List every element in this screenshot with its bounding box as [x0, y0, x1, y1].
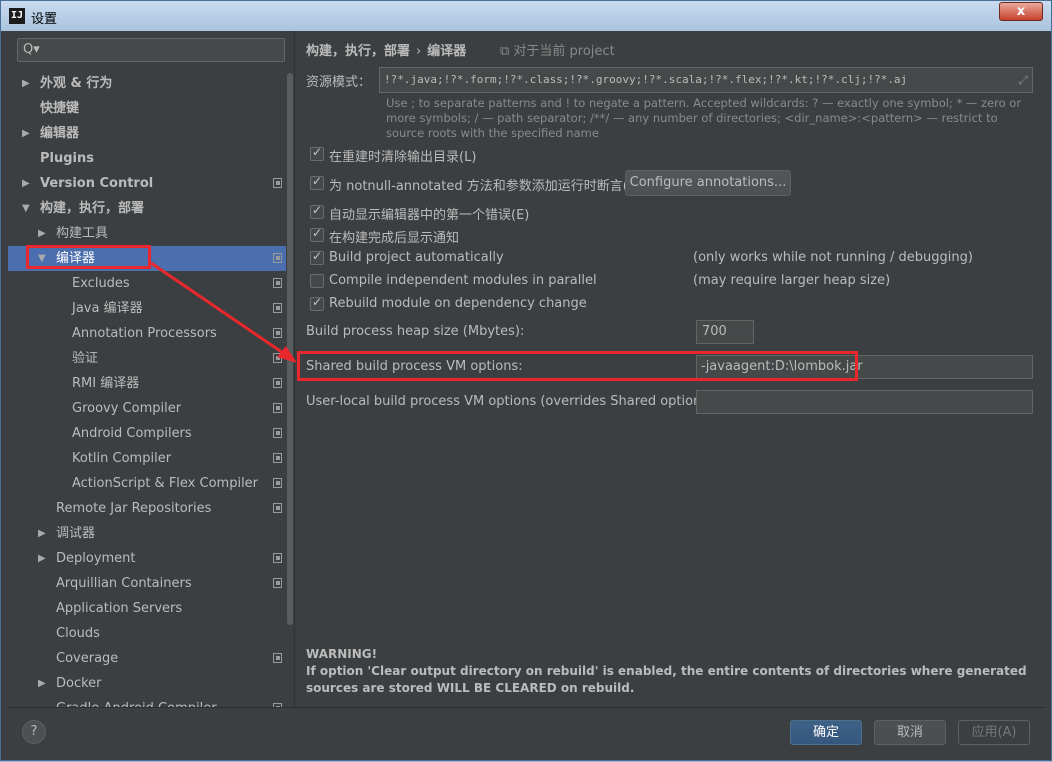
annotation-arrow — [150, 261, 297, 363]
settings-window: IJ 设置 x Q▾ ▶ 外观 & 行为 快捷键 ▶ 编辑器 Plugins ▶ Versio… — [0, 0, 1052, 761]
